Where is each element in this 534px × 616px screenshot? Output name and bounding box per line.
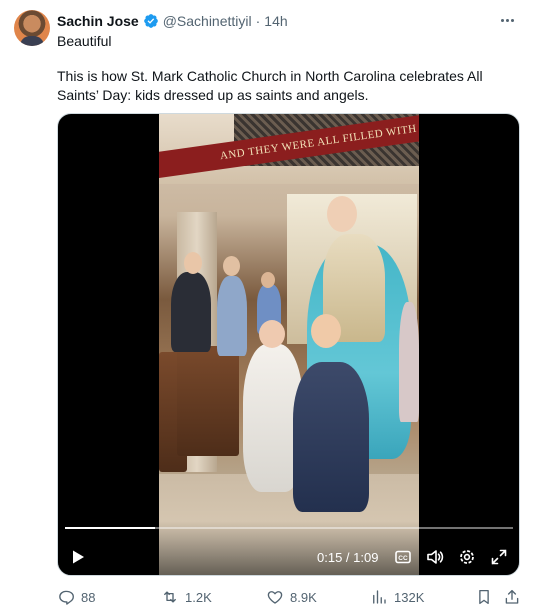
views-icon — [373, 590, 386, 604]
author-name[interactable]: Sachin Jose — [57, 13, 139, 29]
tweet-text-line1: Beautiful — [57, 33, 112, 49]
reply-button[interactable]: 88 — [57, 586, 95, 608]
fullscreen-icon[interactable] — [489, 547, 509, 567]
bookmark-button[interactable] — [475, 586, 493, 608]
like-count: 8.9K — [290, 589, 317, 605]
tweet-text-body: This is how St. Mark Catholic Church in … — [57, 68, 483, 103]
tweet: Sachin Jose @Sachinettiyil · 14h Beautif… — [0, 0, 534, 616]
settings-icon[interactable] — [457, 547, 477, 567]
svg-text:CC: CC — [398, 555, 408, 562]
header-separator: · — [255, 13, 261, 29]
views-button[interactable]: 132K — [370, 586, 424, 608]
heart-icon — [267, 591, 283, 604]
captions-icon[interactable]: CC — [393, 547, 413, 567]
video-timecode: 0:15 / 1:09 — [317, 550, 379, 565]
like-button[interactable]: 8.9K — [266, 586, 317, 608]
bookmark-icon — [479, 589, 489, 605]
share-button[interactable] — [503, 586, 521, 608]
tweet-actions: 88 1.2K 8.9K 132K — [57, 586, 522, 608]
share-icon — [505, 589, 519, 604]
tweet-header: Sachin Jose @Sachinettiyil · 14h — [57, 12, 288, 30]
volume-icon[interactable] — [425, 547, 445, 567]
video-player[interactable]: AND THEY WERE ALL FILLED WITH 0:15 / 1:0… — [57, 113, 520, 576]
video-controls — [58, 521, 519, 575]
repost-count: 1.2K — [185, 589, 212, 605]
more-options-icon[interactable] — [496, 10, 518, 30]
verified-badge-icon — [143, 14, 158, 28]
repost-button[interactable]: 1.2K — [161, 586, 212, 608]
reply-count: 88 — [81, 589, 96, 605]
play-icon[interactable] — [70, 549, 86, 565]
views-count: 132K — [394, 589, 425, 605]
author-avatar[interactable] — [14, 10, 50, 46]
reply-icon — [59, 590, 74, 605]
repost-icon — [164, 591, 176, 603]
video-progress-bar[interactable] — [65, 527, 513, 529]
video-frame: AND THEY WERE ALL FILLED WITH — [159, 114, 419, 575]
tweet-timestamp[interactable]: 14h — [264, 13, 287, 29]
author-handle[interactable]: @Sachinettiyil — [163, 13, 252, 29]
